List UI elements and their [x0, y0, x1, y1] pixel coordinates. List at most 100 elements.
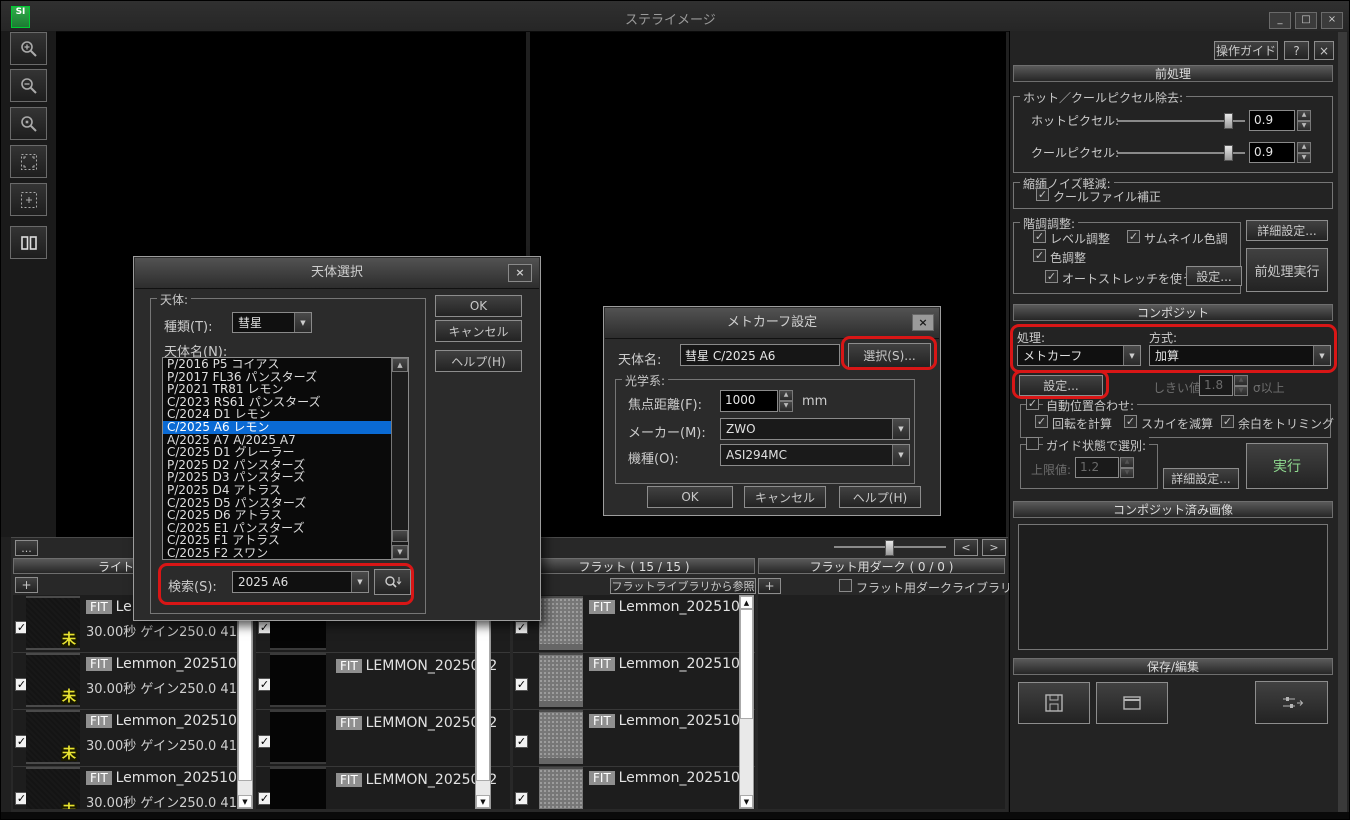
scrollbar-thumb[interactable] [392, 530, 408, 542]
search-button[interactable] [374, 569, 411, 595]
flat-panel-scrollbar[interactable]: ▲ ▼ [739, 595, 754, 809]
maker-dropdown[interactable]: ZWO ▼ [720, 418, 910, 440]
scrollbar-thumb[interactable] [238, 609, 252, 781]
list-item[interactable]: ✓ FIT Lemmon_2025100 [513, 595, 755, 653]
metcalf-ok-button[interactable]: OK [647, 486, 733, 508]
scroll-down-icon[interactable]: ▼ [476, 795, 490, 808]
focal-length-stepper[interactable]: ▲▼ [779, 390, 793, 412]
color-adjust-checkbox[interactable]: ✓ [1033, 249, 1046, 262]
tone-settings-button[interactable]: 設定... [1186, 266, 1242, 286]
window-close-button[interactable]: × [1321, 12, 1343, 29]
list-item[interactable]: ✓ FIT LEMMON_2025092 [256, 709, 510, 767]
dialog-close-icon[interactable]: × [912, 314, 934, 331]
item-thumbnail[interactable] [270, 653, 326, 707]
object-select-button[interactable]: 選択(S)... [848, 343, 931, 368]
list-item[interactable]: C/2025 F2 スワン [163, 547, 408, 560]
process-dropdown[interactable]: メトカーフ ▼ [1017, 345, 1141, 366]
composite-run-button[interactable]: 実行 [1246, 443, 1328, 489]
right-panel-scrollbar[interactable] [1338, 32, 1347, 812]
list-item[interactable]: C/2025 D6 アトラス [163, 509, 408, 522]
panel-help-button[interactable]: ? [1284, 41, 1309, 60]
object-ok-button[interactable]: OK [435, 295, 522, 317]
coolfile-checkbox[interactable]: ✓ [1036, 188, 1049, 201]
upper-limit-input[interactable]: 1.2 [1075, 457, 1119, 478]
split-view-button[interactable] [10, 226, 47, 259]
item-checkbox[interactable]: ✓ [515, 735, 528, 748]
thumbnail-size-slider-thumb[interactable] [885, 540, 894, 556]
preprocess-detail-button[interactable]: 詳細設定... [1246, 220, 1328, 241]
item-thumbnail[interactable] [539, 653, 583, 707]
item-thumbnail[interactable] [270, 710, 326, 764]
list-item[interactable]: C/2025 D1 グレーラー [163, 446, 408, 459]
scrollbar-thumb[interactable] [740, 609, 753, 719]
strip-next-button[interactable]: > [982, 539, 1006, 556]
dialog-close-icon[interactable]: × [508, 264, 532, 282]
light-panel-scrollbar[interactable]: ▲ ▼ [237, 595, 253, 809]
list-item[interactable]: ✓ FIT Lemmon_2025100 [513, 766, 755, 809]
list-item[interactable]: ✓ FIT LEMMON_2025092 [256, 652, 510, 710]
hot-pixel-stepper[interactable]: ▲▼ [1297, 110, 1311, 131]
object-listbox[interactable]: P/2016 P5 コイアス P/2017 FL36 パンスターズ P/2021… [162, 357, 409, 560]
export-settings-button[interactable] [1255, 681, 1328, 724]
operation-guide-button[interactable]: 操作ガイド [1214, 41, 1278, 60]
flat-library-button[interactable]: フラットライブラリから参照 [610, 578, 756, 594]
metcalf-help-button[interactable]: ヘルプ(H) [839, 486, 921, 508]
level-adjust-checkbox[interactable]: ✓ [1033, 230, 1046, 243]
item-checkbox[interactable]: ✓ [515, 621, 528, 634]
list-item[interactable]: C/2025 J1 ボリソフ [163, 560, 408, 561]
flatdark-add-button[interactable]: + [758, 578, 781, 594]
preprocess-run-button[interactable]: 前処理実行 [1246, 248, 1328, 292]
model-dropdown[interactable]: ASI294MC ▼ [720, 444, 910, 466]
save-button[interactable] [1018, 682, 1090, 724]
item-thumbnail[interactable] [539, 767, 583, 809]
threshold-stepper[interactable]: ▲▼ [1234, 375, 1248, 396]
open-window-button[interactable] [1096, 682, 1168, 724]
panel-close-button[interactable]: × [1314, 41, 1334, 60]
object-cancel-button[interactable]: キャンセル [435, 320, 522, 342]
light-add-button[interactable]: + [15, 577, 38, 593]
method-dropdown[interactable]: 加算 ▼ [1149, 345, 1331, 366]
strip-prev-button[interactable]: < [954, 539, 978, 556]
object-name-field[interactable]: 彗星 C/2025 A6 [680, 344, 840, 366]
minimize-button[interactable]: _ [1269, 12, 1291, 29]
list-item-selected[interactable]: C/2025 A6 レモン [163, 421, 408, 434]
list-item[interactable]: ✓ 未 FIT Lemmon_2025100 30.00秒 ゲイン250.0 4… [13, 652, 253, 710]
cool-pixel-input[interactable]: 0.9 [1249, 142, 1295, 163]
fit-screen-button[interactable] [10, 145, 47, 178]
thumbnail-tone-checkbox[interactable]: ✓ [1127, 230, 1140, 243]
scroll-up-icon[interactable]: ▲ [392, 358, 408, 372]
flatdark-library-checkbox[interactable]: ✓ [839, 579, 852, 592]
scroll-up-icon[interactable]: ▲ [740, 596, 753, 609]
list-item[interactable]: ✓ 未 FIT Lemmon_2025100 30.00秒 ゲイン250.0 4… [13, 709, 253, 767]
scroll-down-icon[interactable]: ▼ [392, 545, 408, 559]
item-checkbox[interactable]: ✓ [515, 678, 528, 691]
type-dropdown[interactable]: 彗星 ▼ [232, 312, 312, 333]
list-item[interactable]: ✓ FIT LEMMON_2025092 [256, 766, 510, 809]
scroll-down-icon[interactable]: ▼ [238, 795, 252, 808]
zoom-actual-button[interactable] [10, 107, 47, 140]
trim-checkbox[interactable]: ✓ [1221, 415, 1234, 428]
item-thumbnail[interactable] [539, 596, 583, 650]
center-button[interactable] [10, 183, 47, 216]
list-item[interactable]: ✓ FIT Lemmon_2025100 [513, 709, 755, 767]
list-item[interactable]: ✓ 未 FIT Lemmon_2025100 30.00秒 ゲイン250.0 4… [13, 766, 253, 809]
autostretch-checkbox[interactable]: ✓ [1045, 270, 1058, 283]
item-checkbox[interactable]: ✓ [515, 792, 528, 805]
focal-length-input[interactable]: 1000 [720, 390, 778, 412]
zoom-out-button[interactable] [10, 69, 47, 102]
scroll-down-icon[interactable]: ▼ [740, 795, 753, 808]
item-thumbnail[interactable] [539, 710, 583, 764]
object-help-button[interactable]: ヘルプ(H) [435, 350, 522, 372]
maximize-button[interactable]: □ [1295, 12, 1317, 29]
threshold-input[interactable]: 1.8 [1199, 375, 1233, 396]
composite-settings-button[interactable]: 設定... [1019, 375, 1103, 396]
composite-detail-button[interactable]: 詳細設定... [1163, 468, 1239, 489]
list-item[interactable]: P/2025 D4 アトラス [163, 484, 408, 497]
dark-panel-scrollbar[interactable]: ▲ ▼ [475, 595, 491, 809]
cool-pixel-slider-thumb[interactable] [1224, 145, 1233, 161]
guide-select-checkbox[interactable]: ✓ [1026, 437, 1039, 450]
autoalign-checkbox[interactable]: ✓ [1026, 397, 1039, 410]
strip-more-button[interactable]: ... [15, 540, 38, 556]
metcalf-cancel-button[interactable]: キャンセル [744, 486, 826, 508]
cool-pixel-stepper[interactable]: ▲▼ [1297, 142, 1311, 163]
